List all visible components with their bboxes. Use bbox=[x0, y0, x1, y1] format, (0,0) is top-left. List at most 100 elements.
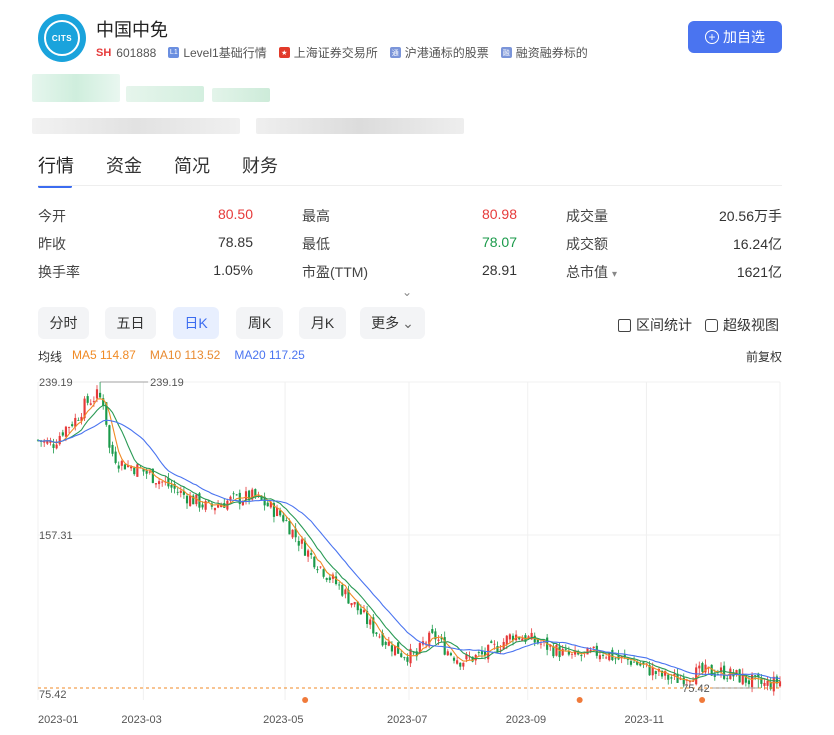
event-marker-dot bbox=[576, 697, 583, 703]
stat-value: 1621亿 bbox=[736, 264, 782, 280]
stat-label: 市盈(TTM) bbox=[302, 264, 369, 280]
candle-body bbox=[629, 661, 633, 665]
candle-body bbox=[136, 464, 139, 477]
ma-label: 均线 bbox=[38, 350, 63, 364]
level1-icon: L1 bbox=[168, 47, 180, 58]
stock-name: 中国中免 bbox=[96, 20, 168, 40]
stat-value: 16.24亿 bbox=[732, 236, 782, 252]
candle-body bbox=[378, 636, 381, 638]
candle-body bbox=[626, 659, 629, 661]
candle-body bbox=[555, 644, 558, 656]
candle-body bbox=[185, 495, 189, 504]
stat-label: 成交量 bbox=[566, 208, 608, 224]
stat-value: 1.05% bbox=[213, 262, 253, 278]
candle-body bbox=[322, 569, 325, 577]
candle-body bbox=[154, 483, 158, 485]
candle-body bbox=[353, 602, 356, 605]
max-marker-label: 239.19 bbox=[150, 377, 184, 389]
tag-exchange[interactable]: ★ 上海证券交易所 bbox=[278, 44, 378, 61]
stat-cell: 换手率 1.05% bbox=[38, 262, 253, 282]
candle-body bbox=[244, 491, 248, 501]
candle-body bbox=[633, 661, 636, 663]
candle-body bbox=[108, 425, 111, 448]
candle-body bbox=[552, 646, 555, 657]
candle-body bbox=[760, 678, 763, 684]
x-axis-tick: 2023-07 bbox=[387, 714, 427, 726]
candle-body bbox=[341, 584, 344, 596]
candle-body bbox=[120, 461, 123, 466]
candle-body bbox=[86, 396, 89, 403]
tag-hk-connect[interactable]: 通沪港通标的股票 bbox=[389, 44, 489, 61]
period-intraday[interactable]: 分时 bbox=[38, 307, 89, 339]
candle-body bbox=[539, 643, 543, 645]
tag-margin[interactable]: 融融资融券标的 bbox=[500, 44, 588, 61]
candle-body bbox=[480, 651, 484, 655]
tab-profile[interactable]: 简况 bbox=[174, 152, 210, 188]
adjust-mode[interactable]: 前复权 bbox=[746, 348, 782, 365]
candle-body bbox=[580, 655, 583, 657]
period-five-day[interactable]: 五日 bbox=[105, 307, 156, 339]
range-stats-button[interactable]: 区间统计 bbox=[618, 315, 692, 335]
period-monthly-k[interactable]: 月K bbox=[299, 307, 346, 339]
candle-body bbox=[561, 648, 564, 656]
x-axis-tick: 2023-11 bbox=[624, 714, 664, 726]
fullscreen-icon bbox=[705, 318, 718, 332]
candle-body bbox=[52, 444, 55, 448]
add-watchlist-button[interactable]: + 加自选 bbox=[688, 21, 782, 53]
candle-body bbox=[55, 444, 58, 449]
super-view-button[interactable]: 超级视图 bbox=[705, 315, 779, 335]
candle-body bbox=[695, 667, 698, 685]
period-weekly-k[interactable]: 周K bbox=[236, 307, 283, 339]
candle-body bbox=[723, 665, 726, 679]
candle-body bbox=[701, 663, 704, 672]
tab-finance[interactable]: 财务 bbox=[242, 152, 278, 188]
stat-label: 最低 bbox=[302, 236, 330, 252]
stat-value: 78.85 bbox=[217, 234, 253, 250]
x-axis-tick: 2023-03 bbox=[121, 714, 161, 726]
candle-body bbox=[763, 682, 766, 686]
ma20-value: MA20 117.25 bbox=[234, 348, 305, 362]
candle-body bbox=[350, 603, 353, 606]
x-axis-tick: 2023-05 bbox=[263, 714, 303, 726]
tab-capital[interactable]: 资金 bbox=[106, 152, 142, 188]
candle-body bbox=[605, 657, 608, 659]
candle-body bbox=[400, 653, 403, 658]
candle-body bbox=[170, 484, 173, 488]
candle-body bbox=[319, 566, 322, 568]
candle-body bbox=[310, 553, 313, 555]
candle-body bbox=[223, 503, 226, 508]
y-axis-label: 157.31 bbox=[39, 530, 73, 542]
candle-body bbox=[176, 491, 179, 493]
candle-body bbox=[325, 578, 328, 580]
candle-body bbox=[518, 637, 521, 640]
exchange-badge: SH bbox=[96, 46, 112, 59]
candle-body bbox=[406, 657, 409, 662]
candle-body bbox=[285, 520, 288, 521]
candle-body bbox=[403, 657, 406, 659]
kline-chart[interactable]: 239.19 157.31 75.42 239.19 75.42 2023-01 2023-… bbox=[0, 372, 834, 735]
candle-body bbox=[570, 653, 574, 655]
tag-level1[interactable]: L1 Level1基础行情 bbox=[168, 44, 267, 61]
candle-body bbox=[133, 467, 136, 475]
blurred-change-pct bbox=[212, 88, 270, 102]
stat-value: 78.07 bbox=[481, 234, 517, 250]
candle-body bbox=[456, 660, 459, 664]
ma5-value: MA5 114.87 bbox=[72, 348, 136, 362]
candle-body bbox=[58, 435, 61, 445]
candle-body bbox=[157, 481, 161, 485]
period-more[interactable]: 更多 ⌄ bbox=[360, 307, 425, 339]
stat-cell: 今开 80.50 bbox=[38, 206, 253, 226]
candle-body bbox=[654, 671, 657, 675]
caret-down-icon[interactable]: ▾ bbox=[612, 269, 617, 280]
period-daily-k[interactable]: 日K bbox=[173, 307, 219, 339]
candle-body bbox=[608, 653, 611, 661]
candle-body bbox=[99, 392, 102, 398]
candle-body bbox=[424, 642, 428, 644]
quote-stats: 今开 80.50 最高 80.98 成交量 20.56万手 昨收 78.85 最低 78.07 成交… bbox=[38, 202, 782, 286]
expand-chevron-icon[interactable]: ⌄ bbox=[402, 285, 412, 299]
period-bar: 分时 五日 日K 周K 月K 更多 ⌄ 区间统计 超级视图 bbox=[38, 307, 782, 339]
tab-quote[interactable]: 行情 bbox=[38, 152, 74, 188]
blurred-change bbox=[126, 86, 204, 102]
candle-body bbox=[598, 655, 602, 660]
candle-body bbox=[328, 577, 331, 581]
